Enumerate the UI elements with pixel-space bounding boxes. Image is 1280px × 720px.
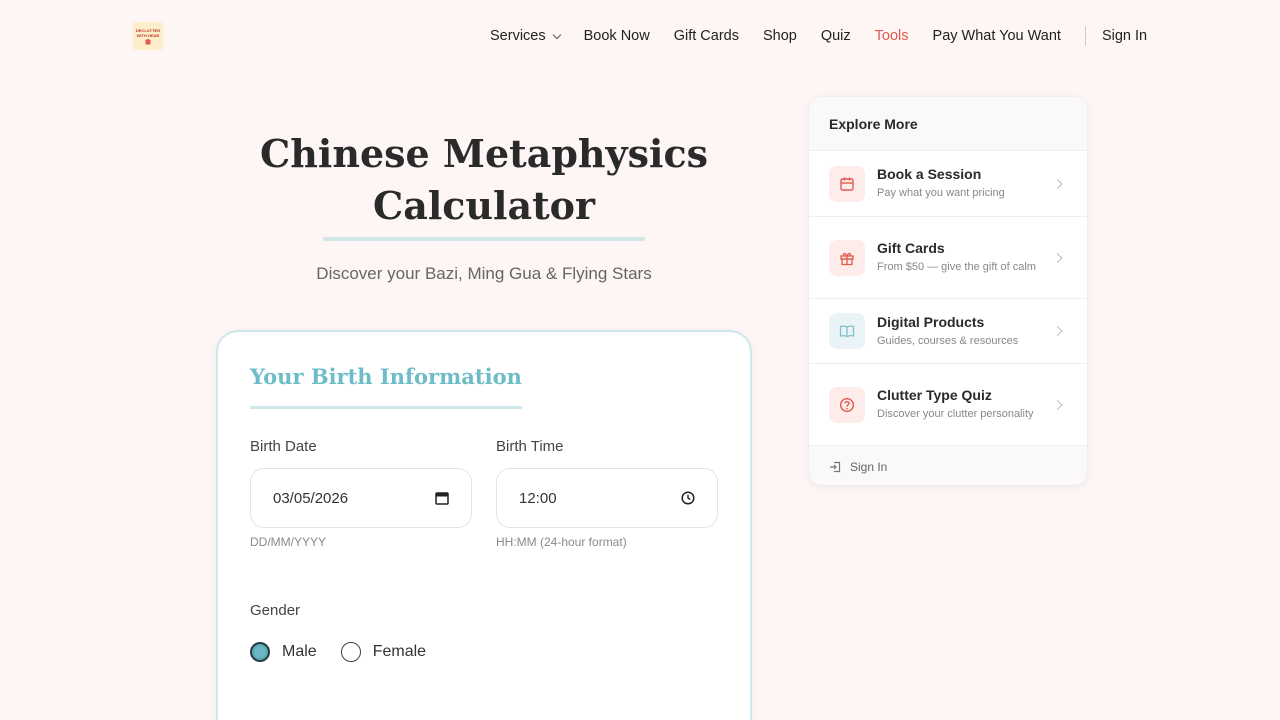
birth-date-label: Birth Date [250,438,317,455]
book-icon [829,313,865,349]
sidebar-sign-in[interactable]: Sign In [809,446,1087,485]
nav-pay-what-you-want[interactable]: Pay What You Want [933,28,1061,44]
gender-radio-group: Male Female [250,642,450,662]
page-title: Chinese Metaphysics Calculator [216,128,752,232]
gift-icon [829,240,865,276]
gender-male-label[interactable]: Male [282,643,317,661]
sign-in-link[interactable]: Sign In [1102,28,1147,44]
sidebar-sign-in-label: Sign In [850,460,888,474]
nav-tools[interactable]: Tools [875,28,909,44]
sidebar-item-subtitle: From $50 — give the gift of calm [877,261,1036,273]
gender-female-label[interactable]: Female [373,643,426,661]
chevron-down-icon [552,30,561,39]
birth-time-hint: HH:MM (24-hour format) [496,535,627,549]
nav-shop[interactable]: Shop [763,28,797,44]
card-title-underline [250,406,522,409]
sidebar-item-gift-cards[interactable]: Gift Cards From $50 — give the gift of c… [809,217,1087,299]
gender-male-radio[interactable] [250,642,270,662]
page-title-line1: Chinese Metaphysics [260,131,708,176]
question-icon [829,387,865,423]
calendar-icon[interactable] [435,491,449,505]
clock-icon[interactable] [681,491,695,505]
nav-quiz[interactable]: Quiz [821,28,851,44]
logo[interactable]: DECLUTTER WITH HEAR [133,22,163,50]
site-header: DECLUTTER WITH HEAR Services Book Now Gi… [0,0,1280,72]
birth-time-value: 12:00 [519,489,557,507]
nav-divider [1084,26,1086,46]
logo-text: DECLUTTER WITH HEAR [135,27,161,38]
nav-gift-cards[interactable]: Gift Cards [674,28,739,44]
birth-date-input[interactable]: 03/05/2026 [250,468,472,528]
gender-female-radio[interactable] [340,642,361,662]
gender-label: Gender [250,602,301,619]
nav-book-now[interactable]: Book Now [584,28,650,44]
explore-more-panel: Explore More Book a Session Pay what you… [808,96,1088,486]
birth-date-value: 03/05/2026 [273,489,349,507]
calendar-icon [829,166,865,202]
sidebar-item-subtitle: Guides, courses & resources [877,334,1019,347]
sidebar-item-clutter-quiz[interactable]: Clutter Type Quiz Discover your clutter … [809,364,1087,446]
card-title: Your Birth Information [250,364,522,389]
nav-services-label: Services [490,28,546,44]
sidebar-item-subtitle: Discover your clutter personality [877,408,1034,420]
sidebar-item-digital-products[interactable]: Digital Products Guides, courses & resou… [809,299,1087,364]
birth-date-hint: DD/MM/YYYY [250,535,327,549]
explore-more-title: Explore More [809,97,1087,151]
sidebar-item-book-session[interactable]: Book a Session Pay what you want pricing [809,151,1087,217]
birth-time-input[interactable]: 12:00 [496,468,718,528]
birth-time-label: Birth Time [496,438,564,455]
main-nav: Services Book Now Gift Cards Shop Quiz T… [490,26,1147,46]
sign-in-icon [830,461,841,473]
page-subtitle: Discover your Bazi, Ming Gua & Flying St… [316,264,652,283]
birth-info-card: Your Birth Information Birth Date 03/05/… [216,330,752,720]
title-underline [323,237,645,241]
sidebar-item-subtitle: Pay what you want pricing [877,187,1005,199]
nav-services[interactable]: Services [490,28,561,44]
house-icon [144,38,152,45]
page-title-line2: Calculator [372,183,596,228]
